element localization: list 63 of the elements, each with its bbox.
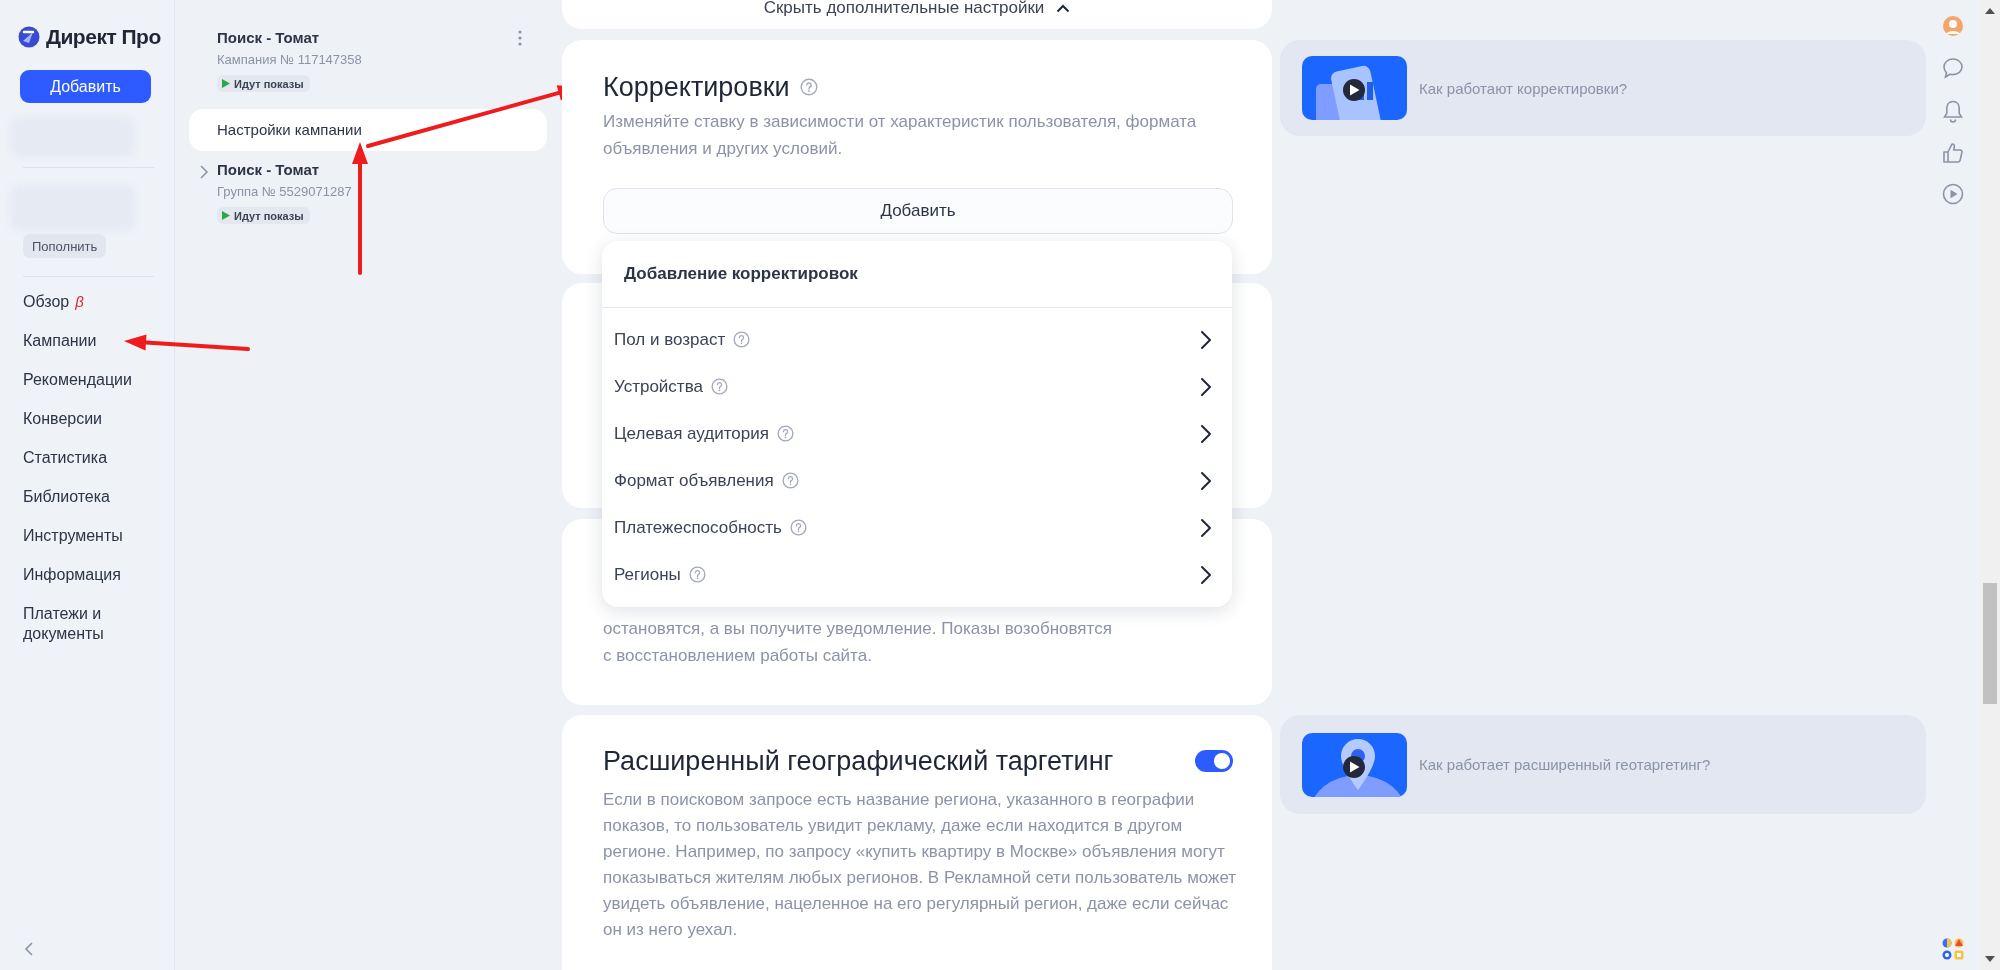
chevron-right-icon — [1200, 329, 1212, 350]
menu-item[interactable]: Платежеспособность — [602, 504, 1232, 551]
avatar[interactable] — [1942, 15, 1964, 37]
logo-icon — [18, 26, 40, 48]
menu-item[interactable]: Формат объявления — [602, 457, 1232, 504]
chevron-right-icon — [1200, 423, 1212, 444]
scroll-up-icon[interactable] — [1985, 8, 1995, 14]
caret-up-icon — [1056, 3, 1071, 13]
thumbs-up-icon[interactable] — [1942, 142, 1964, 164]
nav-link[interactable]: Рекомендации — [23, 370, 153, 390]
section-description: Изменяйте ставку в зависимости от характеристик пользователя, формата объявления и других условий. — [603, 111, 1198, 160]
nav-link[interactable]: Инструменты — [23, 526, 153, 546]
status-badge: Идут показы — [217, 207, 310, 224]
menu-item[interactable]: Целевая аудитория — [602, 410, 1232, 457]
group-number: Группа № 5529071287 — [217, 183, 353, 201]
nav-link[interactable]: Платежи и документы — [23, 604, 153, 644]
menu-item[interactable]: Устройства — [602, 363, 1232, 410]
section-description: Если в поисковом запросе есть название региона, указанного в географии показов, то пользователь увидит рекламу, даже если находится в другом регионе. Например, по запросу «купить квартиру в Москве» объявления могут показываться жителям любых регионов. В Рекламной сети пользователь может увидеть объявление, нацеленное на его регулярный регион, даже если сейчас он из него уехал. — [603, 789, 1238, 941]
help-icon — [688, 566, 706, 583]
nav-link[interactable]: Статистика — [23, 448, 153, 468]
beta-label: β — [75, 293, 84, 310]
chevron-right-icon — [1200, 470, 1212, 491]
help-icon — [799, 78, 818, 96]
tree-item[interactable]: Настройки кампании — [189, 109, 547, 151]
chevron-right-icon[interactable] — [199, 165, 209, 179]
menu-title: Добавление корректировок — [624, 264, 858, 284]
help-icon — [781, 472, 799, 489]
section-title: Расширенный географический таргетинг — [603, 745, 1114, 778]
scroll-down-icon[interactable] — [1985, 956, 1995, 962]
menu-item[interactable]: Регионы — [602, 551, 1232, 598]
logo-text: Директ Про — [46, 25, 161, 49]
nav-link[interactable]: Библиотека — [23, 487, 153, 507]
chevron-right-icon — [1200, 376, 1212, 397]
help-icon — [776, 425, 794, 442]
chevron-right-icon — [1200, 564, 1212, 585]
chevron-right-icon — [1200, 517, 1212, 538]
apps-icon[interactable] — [1942, 938, 1964, 960]
campaign-title[interactable]: Поиск - Томат — [217, 28, 562, 48]
add-button[interactable]: Добавить — [20, 70, 151, 103]
help-icon — [710, 378, 728, 395]
help-icon — [733, 331, 751, 348]
collapse-icon[interactable] — [24, 942, 34, 956]
scrollbar-thumb[interactable] — [1983, 583, 1997, 704]
more-icon[interactable] — [518, 30, 522, 46]
nav-link[interactable]: Информация — [23, 565, 153, 585]
nav-link[interactable]: Конверсии — [23, 409, 153, 429]
bell-icon[interactable] — [1942, 99, 1964, 123]
top-up-button[interactable]: Пополнить — [23, 234, 107, 258]
toggle-switch[interactable] — [1195, 750, 1233, 772]
add-button[interactable]: Добавить — [603, 188, 1233, 234]
nav-link[interactable]: Кампании — [23, 331, 153, 351]
section-title: Корректировки — [603, 71, 790, 104]
group-title[interactable]: Поиск - Томат — [217, 160, 562, 180]
menu-item[interactable]: Пол и возраст — [602, 316, 1232, 363]
video-title: Как работает расширенный геотаргетинг? — [1419, 756, 1711, 773]
campaign-number: Кампания № 117147358 — [217, 51, 363, 69]
video-title: Как работают корректировки? — [1419, 79, 1628, 97]
chat-icon[interactable] — [1941, 56, 1965, 80]
play-icon[interactable] — [1942, 183, 1964, 205]
help-icon — [789, 519, 807, 536]
status-badge: Идут показы — [217, 75, 310, 92]
section-description: остановятся, а вы получите уведомление. Показы возобновятся с восстановлением работы сайта. — [603, 618, 1113, 667]
collapse-link[interactable]: Скрыть дополнительные настройки — [763, 0, 1071, 18]
